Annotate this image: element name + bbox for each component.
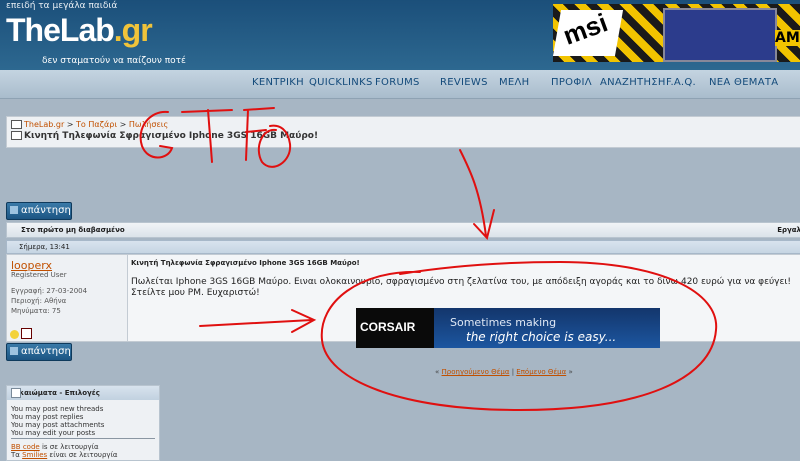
bbcode-status: BB code is σε λειτουργία [11,443,99,451]
report-flag-icon[interactable] [21,328,32,339]
smilies-prefix: Τα [11,451,20,459]
breadcrumb-trail: TheLab.gr > Το Παζάρι > Πωλήσεις [11,120,168,129]
breadcrumb-link-sales[interactable]: Πωλήσεις [129,120,168,129]
nav-quicklinks[interactable]: QUICKLINKS [309,77,373,88]
page-title-text: Κινητή Τηλεφωνία Σφραγισμένο Iphone 3GS … [24,131,319,141]
post-user-location: Περιοχή: Αθήνα [11,297,67,305]
thread-tools-menu[interactable]: Εργαλ [777,226,800,234]
post-date-bar: Σήμερα, 13:41 [6,240,800,254]
thread-nav-left: « [435,368,440,376]
nav-faq[interactable]: F.A.Q. [666,77,696,88]
header-tagline-top: επειδή τα μεγάλα παιδιά [6,1,118,11]
reply-button-label: απάντηση [21,346,71,357]
breadcrumb: TheLab.gr > Το Παζάρι > Πωλήσεις Κινητή … [6,116,800,148]
folder-icon [11,120,22,129]
nav-forums[interactable]: FORUMS [375,77,420,88]
post-text: Πωλείται Iphone 3GS 16GB Μαύρο. Ειναι ολ… [131,277,792,298]
banner-side-text: AMD [775,30,800,46]
permission-line: You may post attachments [11,421,105,429]
nav-search[interactable]: ΑΝΑΖΗΤΗΣΗ [600,77,666,88]
breadcrumb-link-bazaar[interactable]: Το Παζάρι [76,120,117,129]
ad-slogan-line2: the right choice is easy... [466,330,617,344]
permissions-divider [11,438,155,439]
smilies-status: Τα Smilies είναι σε λειτουργία [11,451,118,459]
lightbulb-icon[interactable] [10,330,19,339]
corsair-ad[interactable]: CORSAIR Sometimes making the right choic… [356,308,660,348]
logo-main: TheLab [6,12,115,48]
nav-reviews[interactable]: REVIEWS [440,77,488,88]
permissions-header: Δικαιώματα - Επιλογές [7,386,159,400]
page-title: Κινητή Τηλεφωνία Σφραγισμένο Iphone 3GS … [11,131,318,141]
thread-icon [11,131,22,140]
breadcrumb-separator: > [119,120,127,129]
breadcrumb-link-home[interactable]: TheLab.gr [24,120,64,129]
breadcrumb-separator: > [66,120,74,129]
nav-profile[interactable]: ΠΡΟΦΙΛ [551,77,592,88]
permission-line: You may edit your posts [11,429,96,437]
permissions-box: Δικαιώματα - Επιλογές You may post new t… [6,385,160,461]
post-user-joined: Εγγραφή: 27-03-2004 [11,287,88,295]
reply-icon [10,347,18,355]
header-tagline-bottom: δεν σταματούν να παίζουν ποτέ [42,56,186,66]
thread-navigation: « Προηγούμενο Θέμα | Επόμενο Θέμα » [435,368,573,376]
post-user-title: Registered User [11,271,67,279]
reply-icon [10,206,18,214]
nav-new-threads[interactable]: ΝΕΑ ΘΕΜΑΤΑ [709,77,778,88]
bbcode-status-text: is σε λειτουργία [41,443,99,451]
thread-nav-right: » [568,368,573,376]
ad-slogan-line1: Sometimes making [450,316,557,329]
post-date: Σήμερα, 13:41 [19,243,70,251]
reply-button-label: απάντηση [21,205,71,216]
permission-line: You may post new threads [11,405,104,413]
permissions-title: Δικαιώματα - Επιλογές [11,389,100,397]
post-title: Κινητή Τηλεφωνία Σφραγισμένο Iphone 3GS … [131,259,360,267]
site-logo[interactable]: TheLab.gr [6,12,153,49]
corsair-logo: CORSAIR [360,320,416,334]
site-header: επειδή τα μεγάλα παιδιά TheLab.gr δεν στ… [0,0,800,70]
bbcode-link[interactable]: BB code [11,443,40,451]
thread-nav-divider: | [511,368,515,376]
reply-button-bottom[interactable]: απάντηση [6,343,72,361]
nav-home[interactable]: ΚΕΝΤΡΙΚΗ [252,77,304,88]
nav-members[interactable]: ΜΕΛΗ [499,77,530,88]
post-icons [10,324,34,343]
reply-button-top[interactable]: απάντηση [6,202,72,220]
post-user-messages: Μηνύματα: 75 [11,307,61,315]
logo-suffix: .gr [113,12,153,48]
permission-line: You may post replies [11,413,84,421]
collapse-icon[interactable] [11,388,21,398]
smilies-status-text: είναι σε λειτουργία [49,451,118,459]
first-unread-link[interactable]: Στο πρώτο μη διαβασμένο [21,226,125,234]
thread-tools-bar: Στο πρώτο μη διαβασμένο Εργαλ [6,222,800,238]
main-navbar: ΚΕΝΤΡΙΚΗ QUICKLINKS FORUMS REVIEWS ΜΕΛΗ … [0,70,800,99]
prev-thread-link[interactable]: Προηγούμενο Θέμα [442,368,510,376]
next-thread-link[interactable]: Επόμενο Θέμα [516,368,566,376]
smilies-link[interactable]: Smilies [22,451,47,459]
motherboard-image [663,8,777,62]
msi-banner-ad[interactable]: msi AMD [553,4,800,62]
